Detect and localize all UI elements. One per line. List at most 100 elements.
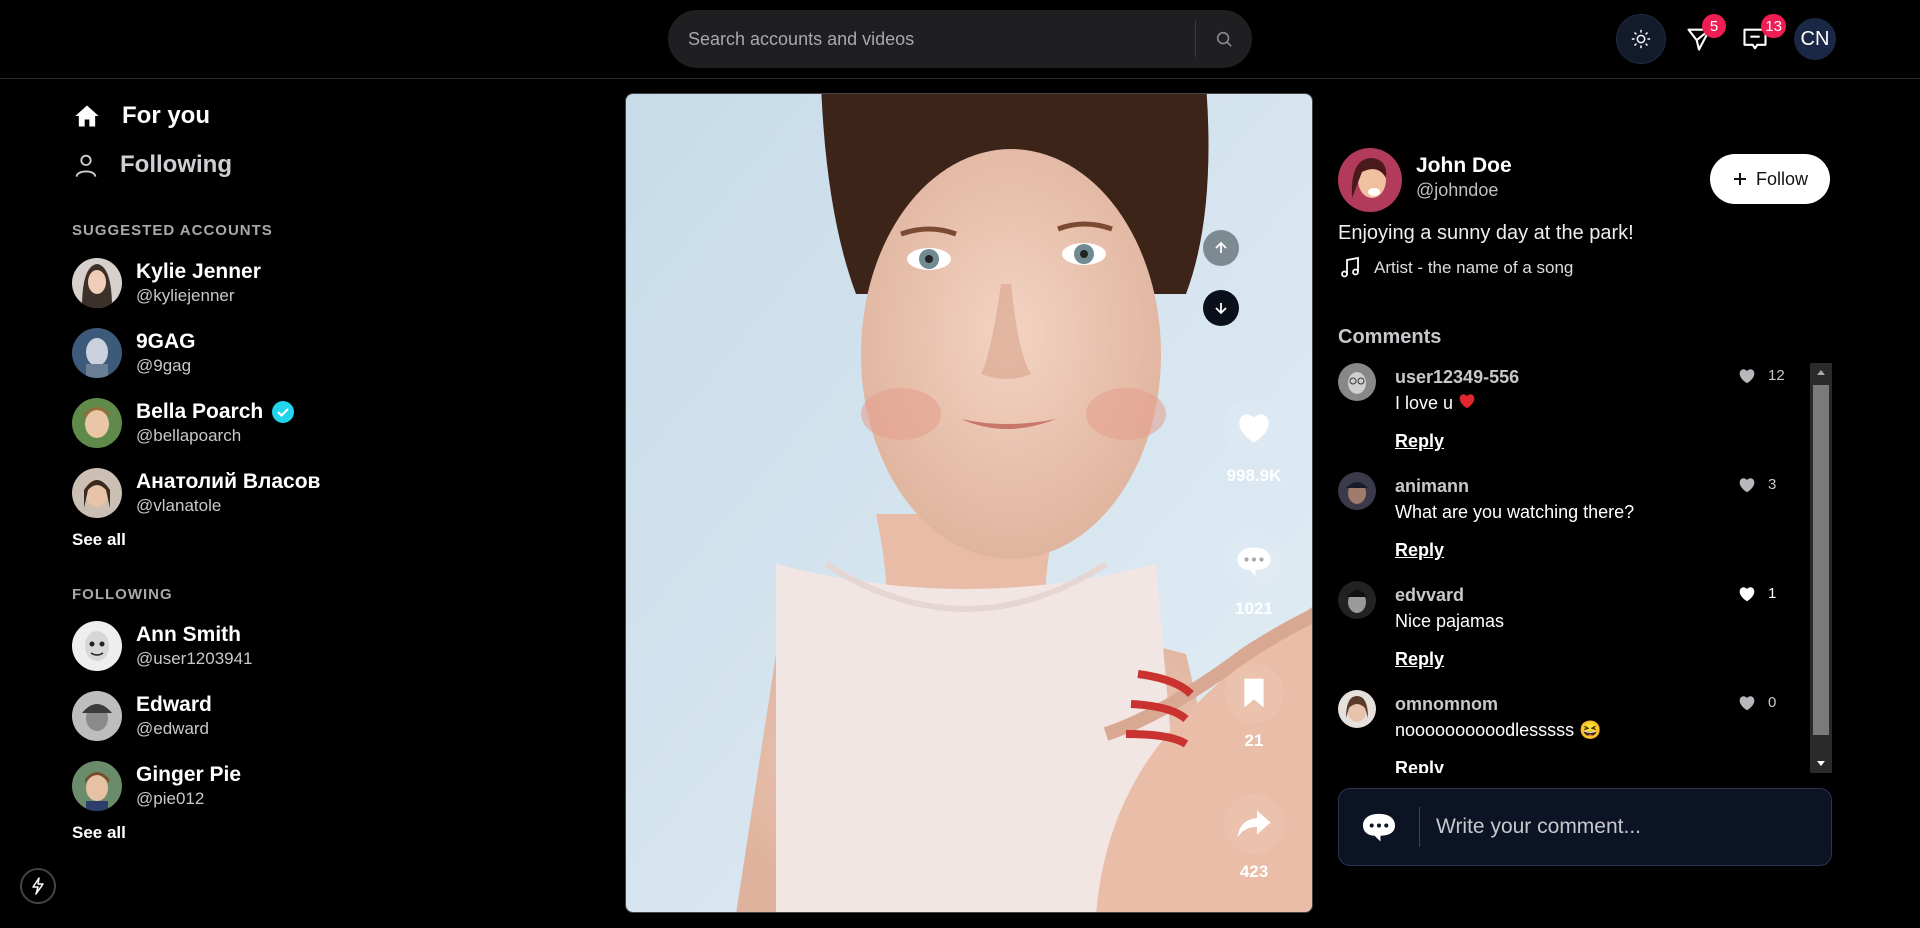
avatar	[72, 691, 122, 741]
heart-icon	[1239, 414, 1269, 443]
home-icon	[75, 105, 99, 127]
comment-like[interactable]: 12	[1738, 367, 1785, 384]
follow-label: Follow	[1755, 168, 1808, 189]
following-title: FOLLOWING	[72, 586, 173, 603]
account-handle: @9gag	[136, 356, 192, 375]
reply-link[interactable]: Reply	[1395, 540, 1444, 561]
reply-link[interactable]: Reply	[1395, 649, 1444, 670]
comments-scrollbar[interactable]	[1810, 363, 1832, 773]
suggested-account-bella[interactable]: Bella Poarch @bellapoarch	[72, 398, 295, 448]
account-name: Анатолий Власов	[136, 470, 321, 493]
account-handle: @bellapoarch	[136, 426, 242, 445]
next-video-button[interactable]	[1203, 290, 1239, 326]
comment-like-count: 3	[1768, 476, 1777, 493]
avatar	[72, 258, 122, 308]
suggested-accounts-title: SUGGESTED ACCOUNTS	[72, 222, 273, 239]
comment-like[interactable]: 3	[1738, 476, 1776, 493]
comment-item: omnomnom noooooooooodlesssss 😆 Reply 0	[1338, 690, 1798, 773]
account-name: Ginger Pie	[136, 763, 242, 786]
messages-button[interactable]: 13	[1730, 14, 1786, 64]
comment-username[interactable]: omnomnom	[1395, 694, 1498, 715]
comment-like[interactable]: 0	[1738, 694, 1776, 711]
comment-like-count: 0	[1768, 694, 1777, 711]
inbox-button[interactable]: 5	[1674, 14, 1726, 64]
previous-video-button[interactable]	[1203, 230, 1239, 266]
commenter-avatar[interactable]	[1338, 581, 1376, 619]
comment-like-count: 12	[1768, 367, 1785, 384]
video-player[interactable]: 998.9K 1021 21 423	[625, 93, 1313, 913]
lightning-icon	[32, 877, 44, 895]
suggested-account-kylie[interactable]: Kylie Jenner @kyliejenner	[72, 258, 261, 308]
arrow-up-icon	[1215, 241, 1227, 253]
following-see-all-link[interactable]: See all	[72, 823, 126, 843]
comment-input[interactable]	[1420, 815, 1831, 839]
avatar	[72, 468, 122, 518]
top-bar: 5 13 CN	[0, 0, 1920, 79]
bookmark-icon	[1244, 678, 1264, 708]
like-action[interactable]: 998.9K	[1224, 398, 1284, 486]
nav-for-you[interactable]: For you	[72, 102, 210, 130]
commenter-avatar[interactable]	[1338, 363, 1376, 401]
account-handle: @kyliejenner	[136, 286, 235, 305]
search-button[interactable]	[1196, 10, 1252, 68]
comment-bubble-icon	[1237, 547, 1271, 576]
comment-like[interactable]: 1	[1738, 585, 1776, 602]
search-bar	[668, 10, 1252, 68]
comment-item: animann What are you watching there? Rep…	[1338, 472, 1798, 572]
following-account-ann[interactable]: Ann Smith @user1203941	[72, 621, 253, 671]
suggested-see-all-link[interactable]: See all	[72, 530, 126, 550]
commenter-avatar[interactable]	[1338, 472, 1376, 510]
account-name: Edward	[136, 693, 212, 716]
quick-action-button[interactable]	[20, 868, 56, 904]
messages-badge: 13	[1761, 14, 1786, 38]
follow-button[interactable]: Follow	[1710, 154, 1830, 204]
comment-item: edvvard Nice pajamas Reply 1	[1338, 581, 1798, 681]
share-action[interactable]: 423	[1224, 794, 1284, 882]
heart-icon	[1739, 368, 1755, 383]
avatar	[72, 328, 122, 378]
account-handle: @user1203941	[136, 649, 253, 668]
comments-title: Comments	[1338, 326, 1442, 348]
author-name[interactable]: John Doe	[1416, 154, 1512, 178]
arrow-down-icon	[1215, 303, 1227, 315]
account-handle: @edward	[136, 719, 210, 738]
save-action[interactable]: 21	[1224, 663, 1284, 751]
comment-compose	[1338, 788, 1832, 866]
following-account-ginger[interactable]: Ginger Pie @pie012	[72, 761, 241, 811]
song-link[interactable]: Artist - the name of a song	[1338, 256, 1573, 280]
comment-username[interactable]: edvvard	[1395, 585, 1464, 606]
nav-following-label: Following	[120, 151, 232, 178]
commenter-avatar[interactable]	[1338, 690, 1376, 728]
nav-for-you-label: For you	[122, 102, 210, 129]
share-count: 423	[1239, 862, 1269, 881]
comment-count: 1021	[1235, 599, 1273, 618]
music-note-icon	[1341, 256, 1359, 278]
account-handle: @pie012	[136, 789, 205, 808]
sun-icon	[1631, 29, 1651, 49]
plus-icon	[1733, 173, 1746, 185]
scrollbar-thumb[interactable]	[1813, 385, 1829, 735]
comment-action[interactable]: 1021	[1224, 531, 1284, 619]
avatar	[72, 621, 122, 671]
search-input[interactable]	[668, 28, 1195, 50]
theme-toggle-button[interactable]	[1616, 14, 1666, 64]
comment-username[interactable]: animann	[1395, 476, 1469, 497]
comments-list[interactable]: user12349-556 I love u Reply 12 animann …	[1338, 363, 1832, 773]
avatar-initials: CN	[1800, 27, 1830, 50]
reply-link[interactable]: Reply	[1395, 758, 1444, 773]
sidebar: For you Following SUGGESTED ACCOUNTS Kyl…	[0, 80, 620, 928]
search-icon	[1216, 31, 1232, 47]
comment-text: Nice pajamas	[1395, 611, 1505, 631]
user-avatar[interactable]: CN	[1794, 18, 1836, 60]
reply-link[interactable]: Reply	[1395, 431, 1444, 452]
suggested-account-anatoly[interactable]: Анатолий Власов @vlanatole	[72, 468, 320, 518]
comment-username[interactable]: user12349-556	[1395, 367, 1519, 388]
save-count: 21	[1244, 731, 1264, 750]
avatar	[72, 761, 122, 811]
nav-following[interactable]: Following	[72, 150, 232, 180]
heart-icon	[1739, 586, 1755, 601]
suggested-account-9gag[interactable]: 9GAG @9gag	[72, 328, 196, 378]
author-avatar[interactable]	[1338, 148, 1402, 212]
comment-item: user12349-556 I love u Reply 12	[1338, 363, 1798, 463]
following-account-edward[interactable]: Edward @edward	[72, 691, 212, 741]
